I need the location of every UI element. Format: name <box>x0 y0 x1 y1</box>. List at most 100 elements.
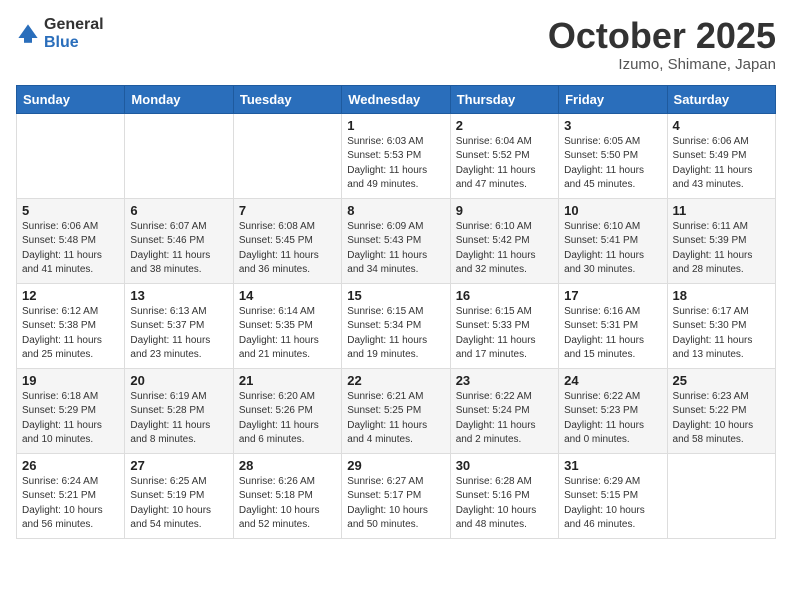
calendar-week-row: 5 Sunrise: 6:06 AM Sunset: 5:48 PM Daylig… <box>17 198 776 283</box>
day-info: Sunrise: 6:16 AM Sunset: 5:31 PM Dayligh… <box>564 305 661 363</box>
day-info: Sunrise: 6:06 AM Sunset: 5:48 PM Dayligh… <box>22 220 119 278</box>
weekday-header-tuesday: Tuesday <box>233 85 341 113</box>
calendar-cell: 2 Sunrise: 6:04 AM Sunset: 5:52 PM Daylig… <box>450 113 558 198</box>
location-text: Izumo, Shimane, Japan <box>548 56 776 73</box>
day-number: 8 <box>347 203 444 218</box>
calendar-cell: 27Sunrise: 6:25 AM Sunset: 5:19 PM Dayli… <box>125 453 233 538</box>
calendar-cell: 12 Sunrise: 6:12 AM Sunset: 5:38 PM Dayli… <box>17 283 125 368</box>
day-info: Sunrise: 6:25 AM Sunset: 5:19 PM Dayligh… <box>130 475 227 533</box>
day-info: Sunrise: 6:24 AM Sunset: 5:21 PM Dayligh… <box>22 475 119 533</box>
calendar-cell <box>125 113 233 198</box>
day-number: 10 <box>564 203 661 218</box>
calendar-cell: 9 Sunrise: 6:10 AM Sunset: 5:42 PM Daylig… <box>450 198 558 283</box>
day-info: Sunrise: 6:22 AM Sunset: 5:23 PM Dayligh… <box>564 390 661 448</box>
day-number: 3 <box>564 118 661 133</box>
day-number: 14 <box>239 288 336 303</box>
calendar-cell: 21 Sunrise: 6:20 AM Sunset: 5:26 PM Dayli… <box>233 368 341 453</box>
weekday-header-friday: Friday <box>559 85 667 113</box>
calendar-cell: 1 Sunrise: 6:03 AM Sunset: 5:53 PM Daylig… <box>342 113 450 198</box>
calendar-cell: 26 Sunrise: 6:24 AM Sunset: 5:21 PM Dayli… <box>17 453 125 538</box>
calendar-week-row: 12 Sunrise: 6:12 AM Sunset: 5:38 PM Dayli… <box>17 283 776 368</box>
day-info: Sunrise: 6:22 AM Sunset: 5:24 PM Dayligh… <box>456 390 553 448</box>
day-number: 9 <box>456 203 553 218</box>
calendar-cell: 3 Sunrise: 6:05 AM Sunset: 5:50 PM Daylig… <box>559 113 667 198</box>
day-number: 21 <box>239 373 336 388</box>
calendar-cell: 10 Sunrise: 6:10 AM Sunset: 5:41 PM Dayli… <box>559 198 667 283</box>
day-number: 26 <box>22 458 119 473</box>
calendar-cell: 19Sunrise: 6:18 AM Sunset: 5:29 PM Dayli… <box>17 368 125 453</box>
calendar-cell: 22 Sunrise: 6:21 AM Sunset: 5:25 PM Dayli… <box>342 368 450 453</box>
day-info: Sunrise: 6:19 AM Sunset: 5:28 PM Dayligh… <box>130 390 227 448</box>
calendar-cell: 13 Sunrise: 6:13 AM Sunset: 5:37 PM Dayli… <box>125 283 233 368</box>
day-info: Sunrise: 6:15 AM Sunset: 5:34 PM Dayligh… <box>347 305 444 363</box>
calendar-cell: 24Sunrise: 6:22 AM Sunset: 5:23 PM Dayli… <box>559 368 667 453</box>
day-info: Sunrise: 6:27 AM Sunset: 5:17 PM Dayligh… <box>347 475 444 533</box>
day-info: Sunrise: 6:15 AM Sunset: 5:33 PM Dayligh… <box>456 305 553 363</box>
calendar-week-row: 1 Sunrise: 6:03 AM Sunset: 5:53 PM Daylig… <box>17 113 776 198</box>
day-info: Sunrise: 6:29 AM Sunset: 5:15 PM Dayligh… <box>564 475 661 533</box>
calendar-cell: 28 Sunrise: 6:26 AM Sunset: 5:18 PM Dayli… <box>233 453 341 538</box>
day-info: Sunrise: 6:12 AM Sunset: 5:38 PM Dayligh… <box>22 305 119 363</box>
day-number: 31 <box>564 458 661 473</box>
logo-icon <box>16 22 40 46</box>
calendar-cell: 17Sunrise: 6:16 AM Sunset: 5:31 PM Dayli… <box>559 283 667 368</box>
calendar-cell: 5 Sunrise: 6:06 AM Sunset: 5:48 PM Daylig… <box>17 198 125 283</box>
day-info: Sunrise: 6:03 AM Sunset: 5:53 PM Dayligh… <box>347 135 444 193</box>
day-info: Sunrise: 6:11 AM Sunset: 5:39 PM Dayligh… <box>673 220 770 278</box>
day-info: Sunrise: 6:20 AM Sunset: 5:26 PM Dayligh… <box>239 390 336 448</box>
calendar-cell: 14 Sunrise: 6:14 AM Sunset: 5:35 PM Dayli… <box>233 283 341 368</box>
title-block: October 2025 Izumo, Shimane, Japan <box>548 16 776 73</box>
logo-general-text: General <box>44 16 104 34</box>
weekday-header-wednesday: Wednesday <box>342 85 450 113</box>
day-info: Sunrise: 6:07 AM Sunset: 5:46 PM Dayligh… <box>130 220 227 278</box>
day-number: 12 <box>22 288 119 303</box>
weekday-header-saturday: Saturday <box>667 85 775 113</box>
day-info: Sunrise: 6:10 AM Sunset: 5:42 PM Dayligh… <box>456 220 553 278</box>
day-info: Sunrise: 6:14 AM Sunset: 5:35 PM Dayligh… <box>239 305 336 363</box>
day-number: 18 <box>673 288 770 303</box>
calendar-cell: 11Sunrise: 6:11 AM Sunset: 5:39 PM Dayli… <box>667 198 775 283</box>
calendar-cell: 31 Sunrise: 6:29 AM Sunset: 5:15 PM Dayli… <box>559 453 667 538</box>
calendar-cell: 30Sunrise: 6:28 AM Sunset: 5:16 PM Dayli… <box>450 453 558 538</box>
day-info: Sunrise: 6:23 AM Sunset: 5:22 PM Dayligh… <box>673 390 770 448</box>
day-number: 13 <box>130 288 227 303</box>
day-number: 23 <box>456 373 553 388</box>
calendar-cell: 25 Sunrise: 6:23 AM Sunset: 5:22 PM Dayli… <box>667 368 775 453</box>
day-info: Sunrise: 6:10 AM Sunset: 5:41 PM Dayligh… <box>564 220 661 278</box>
day-info: Sunrise: 6:18 AM Sunset: 5:29 PM Dayligh… <box>22 390 119 448</box>
day-info: Sunrise: 6:26 AM Sunset: 5:18 PM Dayligh… <box>239 475 336 533</box>
day-number: 28 <box>239 458 336 473</box>
calendar-cell: 23 Sunrise: 6:22 AM Sunset: 5:24 PM Dayli… <box>450 368 558 453</box>
day-number: 1 <box>347 118 444 133</box>
calendar-cell <box>667 453 775 538</box>
day-number: 16 <box>456 288 553 303</box>
calendar-cell: 16 Sunrise: 6:15 AM Sunset: 5:33 PM Dayli… <box>450 283 558 368</box>
day-info: Sunrise: 6:04 AM Sunset: 5:52 PM Dayligh… <box>456 135 553 193</box>
day-number: 29 <box>347 458 444 473</box>
day-info: Sunrise: 6:28 AM Sunset: 5:16 PM Dayligh… <box>456 475 553 533</box>
day-number: 22 <box>347 373 444 388</box>
day-number: 25 <box>673 373 770 388</box>
day-info: Sunrise: 6:17 AM Sunset: 5:30 PM Dayligh… <box>673 305 770 363</box>
month-title: October 2025 <box>548 16 776 56</box>
day-number: 4 <box>673 118 770 133</box>
calendar-cell: 18 Sunrise: 6:17 AM Sunset: 5:30 PM Dayli… <box>667 283 775 368</box>
day-info: Sunrise: 6:05 AM Sunset: 5:50 PM Dayligh… <box>564 135 661 193</box>
day-number: 2 <box>456 118 553 133</box>
day-number: 5 <box>22 203 119 218</box>
calendar-cell: 20 Sunrise: 6:19 AM Sunset: 5:28 PM Dayli… <box>125 368 233 453</box>
calendar-week-row: 26 Sunrise: 6:24 AM Sunset: 5:21 PM Dayli… <box>17 453 776 538</box>
calendar-week-row: 19Sunrise: 6:18 AM Sunset: 5:29 PM Dayli… <box>17 368 776 453</box>
day-number: 20 <box>130 373 227 388</box>
logo: General Blue <box>16 16 104 51</box>
weekday-header-sunday: Sunday <box>17 85 125 113</box>
weekday-header-row: SundayMondayTuesdayWednesdayThursdayFrid… <box>17 85 776 113</box>
logo-blue-text: Blue <box>44 34 104 52</box>
weekday-header-monday: Monday <box>125 85 233 113</box>
weekday-header-thursday: Thursday <box>450 85 558 113</box>
calendar-cell: 29 Sunrise: 6:27 AM Sunset: 5:17 PM Dayli… <box>342 453 450 538</box>
calendar-cell <box>17 113 125 198</box>
day-info: Sunrise: 6:21 AM Sunset: 5:25 PM Dayligh… <box>347 390 444 448</box>
calendar-cell: 6Sunrise: 6:07 AM Sunset: 5:46 PM Daylig… <box>125 198 233 283</box>
day-info: Sunrise: 6:13 AM Sunset: 5:37 PM Dayligh… <box>130 305 227 363</box>
